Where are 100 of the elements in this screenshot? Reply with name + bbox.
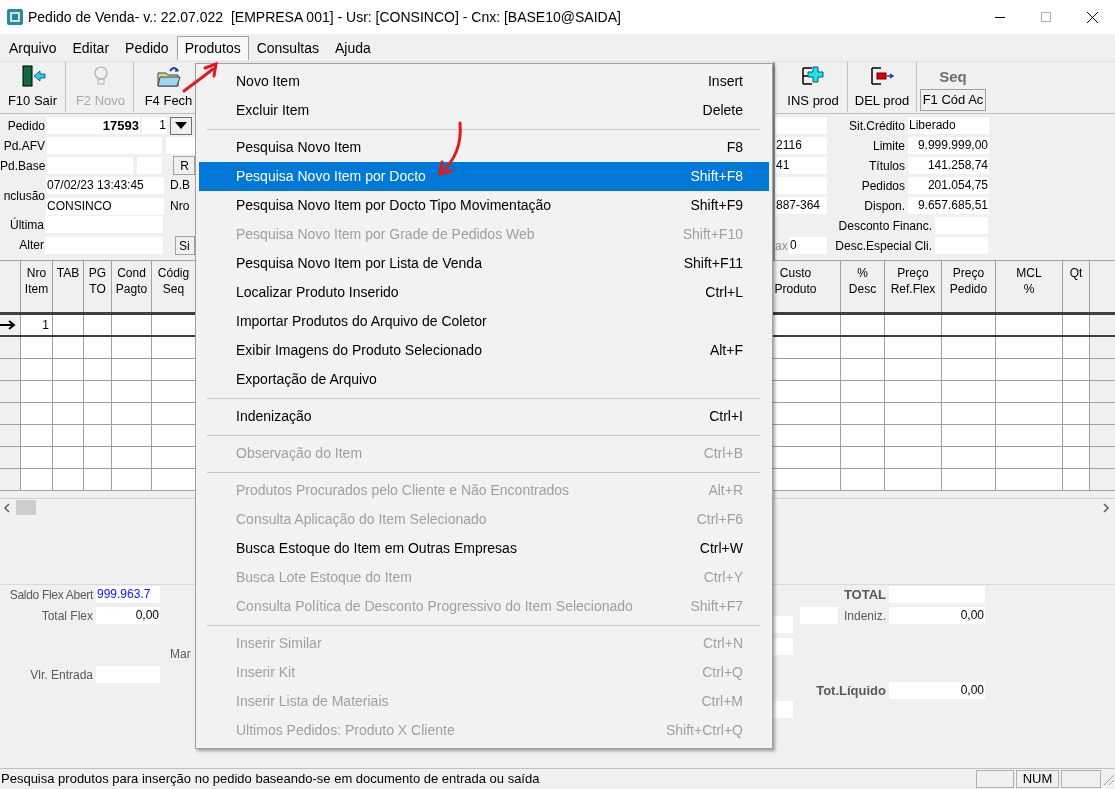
grid-cell[interactable] — [21, 337, 53, 358]
grid-cell[interactable] — [885, 403, 942, 424]
toolbar-button[interactable]: DEL prod — [848, 62, 917, 112]
grid-cell[interactable] — [996, 403, 1063, 424]
dropdown-button[interactable] — [170, 116, 192, 135]
grid-cell[interactable] — [841, 469, 885, 490]
grid-cell[interactable] — [53, 337, 84, 358]
grid-cell[interactable] — [84, 315, 112, 335]
total-field[interactable] — [889, 586, 985, 603]
grid-cell[interactable] — [152, 425, 196, 446]
grid-cell[interactable] — [112, 469, 152, 490]
grid-cell[interactable] — [1063, 359, 1090, 380]
column-header[interactable]: PG TO — [84, 261, 112, 312]
grid-cell[interactable] — [942, 359, 996, 380]
grid-cell[interactable] — [53, 425, 84, 446]
grid-cell[interactable] — [1063, 381, 1090, 402]
grid-cell[interactable] — [942, 447, 996, 468]
grid-cell[interactable] — [841, 447, 885, 468]
grid-cell[interactable] — [152, 359, 196, 380]
grid-cell[interactable] — [112, 359, 152, 380]
grid-cell[interactable] — [152, 469, 196, 490]
grid-cell[interactable] — [1063, 425, 1090, 446]
grid-cell[interactable] — [53, 469, 84, 490]
column-header[interactable]: MCL % — [996, 261, 1063, 312]
grid-cell[interactable] — [1063, 315, 1090, 335]
grid-cell[interactable] — [885, 381, 942, 402]
info-field[interactable]: 2116 — [775, 137, 827, 154]
grid-cell[interactable] — [21, 469, 53, 490]
grid-cell[interactable] — [21, 403, 53, 424]
menu-bar-item[interactable]: Arquivo — [1, 36, 65, 60]
side-field[interactable] — [773, 701, 793, 718]
credit-value-field[interactable]: 9.999.999,00 — [908, 137, 989, 154]
credit-value-field[interactable]: Liberado — [908, 117, 989, 134]
grid-cell[interactable] — [84, 425, 112, 446]
grid-cell[interactable] — [152, 315, 196, 335]
menu-item[interactable]: Excluir Item Delete — [199, 96, 769, 125]
grid-cell[interactable] — [21, 447, 53, 468]
credit-value-field[interactable]: 141.258,74 — [908, 157, 989, 174]
net-total-field[interactable]: 0,00 — [889, 682, 985, 699]
grid-cell[interactable] — [1063, 469, 1090, 490]
side-button[interactable]: R — [173, 156, 195, 175]
total-flex-field[interactable]: 0,00 — [96, 607, 160, 624]
info-field[interactable] — [775, 117, 827, 134]
credit-value-field[interactable]: 9.657.685,51 — [908, 197, 989, 214]
grid-cell[interactable] — [942, 469, 996, 490]
menu-item[interactable]: Exibir Imagens do Produto Selecionado Alt+F — [199, 336, 769, 365]
grid-cell[interactable] — [53, 447, 84, 468]
grid-cell[interactable] — [996, 447, 1063, 468]
grid-cell[interactable] — [996, 425, 1063, 446]
column-header[interactable]: Cond Pagto — [112, 261, 152, 312]
grid-cell[interactable] — [84, 447, 112, 468]
info-field[interactable]: 0 — [789, 237, 827, 254]
column-header[interactable]: Preço Pedido — [942, 261, 996, 312]
inclusion-date-field[interactable]: 07/02/23 13:43:45 — [46, 176, 164, 194]
resize-grip-icon[interactable] — [1101, 772, 1115, 786]
grid-cell[interactable] — [84, 337, 112, 358]
grid-cell[interactable] — [84, 359, 112, 380]
grid-cell[interactable] — [841, 337, 885, 358]
info-field[interactable] — [775, 177, 827, 194]
side-field[interactable] — [773, 616, 793, 633]
grid-cell[interactable]: 1 — [21, 315, 53, 335]
grid-cell[interactable] — [841, 359, 885, 380]
grid-cell[interactable] — [942, 425, 996, 446]
scroll-thumb[interactable] — [16, 500, 36, 515]
grid-cell[interactable] — [942, 381, 996, 402]
column-header[interactable]: % Desc — [841, 261, 885, 312]
grid-cell[interactable] — [1063, 447, 1090, 468]
grid-cell[interactable] — [112, 447, 152, 468]
grid-cell[interactable] — [841, 315, 885, 335]
menu-item[interactable]: Pesquisa Novo Item por Docto Shift+F8 — [199, 162, 769, 191]
column-header[interactable]: Preço Ref.Flex — [885, 261, 942, 312]
credit-value-field[interactable]: 201.054,75 — [908, 177, 989, 194]
grid-cell[interactable] — [885, 469, 942, 490]
side-button[interactable]: Si — [175, 236, 195, 255]
flex-balance-field[interactable]: 999.963.7 — [96, 586, 160, 603]
menu-item[interactable]: Pesquisa Novo Item F8 — [199, 133, 769, 162]
grid-cell[interactable] — [152, 403, 196, 424]
grid-cell[interactable] — [112, 337, 152, 358]
indemnity-field[interactable]: 0,00 — [889, 607, 985, 624]
grid-cell[interactable] — [942, 337, 996, 358]
grid-cell[interactable] — [996, 381, 1063, 402]
toolbar-button[interactable]: INS prod — [779, 62, 848, 112]
menu-bar-item[interactable]: Editar — [64, 36, 118, 60]
inclusion-user-field[interactable]: CONSINCO — [46, 197, 164, 215]
grid-cell[interactable] — [885, 359, 942, 380]
grid-cell[interactable] — [112, 403, 152, 424]
grid-cell[interactable] — [841, 403, 885, 424]
info-field[interactable]: 41 — [775, 157, 827, 174]
menu-item[interactable]: Busca Estoque do Item em Outras Empresas Ctrl+W — [199, 534, 769, 563]
grid-cell[interactable] — [21, 381, 53, 402]
toolbar-button[interactable]: F10 Sair — [0, 62, 66, 112]
menu-bar-item[interactable]: Produtos — [176, 36, 249, 60]
grid-cell[interactable] — [996, 337, 1063, 358]
grid-cell[interactable] — [996, 469, 1063, 490]
side-field[interactable] — [773, 638, 793, 655]
grid-cell[interactable] — [21, 359, 53, 380]
grid-cell[interactable] — [152, 447, 196, 468]
grid-cell[interactable] — [841, 425, 885, 446]
grid-cell[interactable] — [152, 381, 196, 402]
column-header[interactable]: TAB — [53, 261, 84, 312]
